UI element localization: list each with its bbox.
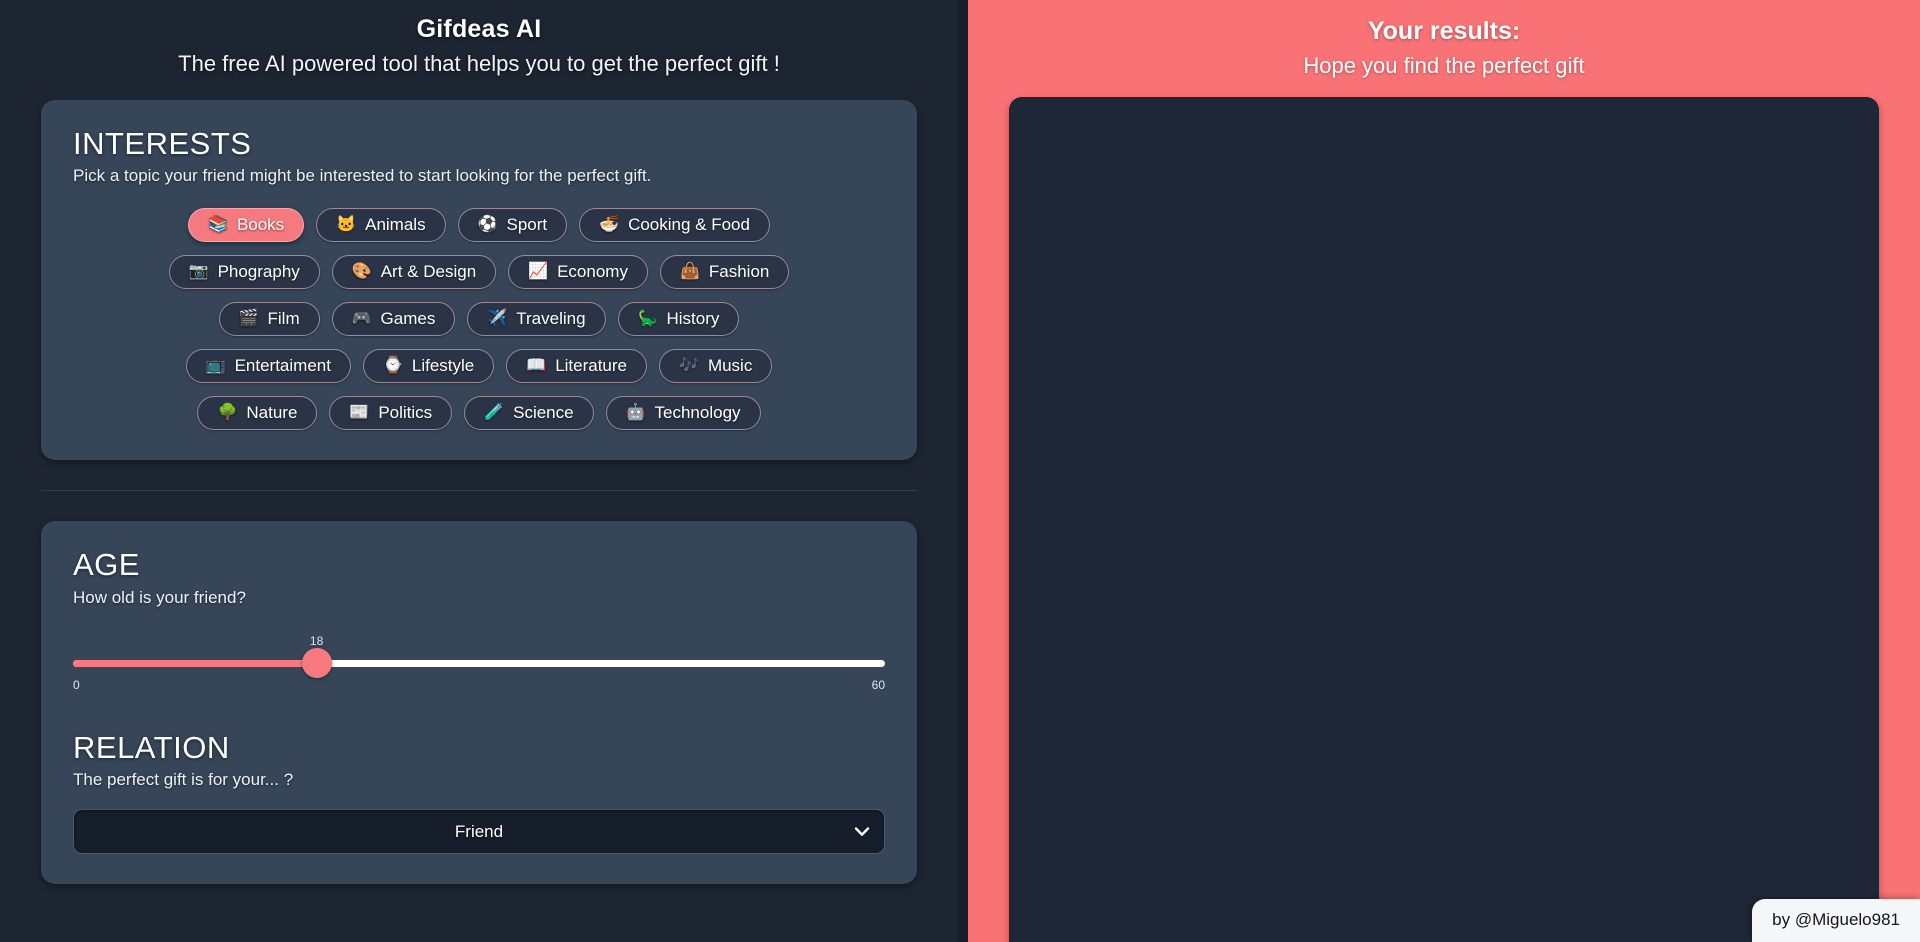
age-description: How old is your friend? bbox=[73, 587, 246, 607]
results-title: Your results: bbox=[1367, 17, 1521, 45]
interest-pill-row: 🎬 Film 🎮 Games ✈️ Traveling 🦕 History bbox=[73, 302, 885, 337]
age-slider-track-wrap[interactable] bbox=[73, 647, 885, 678]
age-title: AGE bbox=[73, 547, 140, 583]
interest-pill-music[interactable]: 🎶 Music bbox=[659, 349, 773, 384]
results-subtitle: Hope you find the perfect gift bbox=[1303, 53, 1585, 79]
newspaper-icon: 📰 bbox=[349, 404, 370, 422]
interest-pill-group: 📚 Books 🐱 Animals ⚽ Sport 🍜 Cooking & Food 📷 Phog… bbox=[73, 208, 885, 431]
relation-block: RELATION The perfect gift is for your...… bbox=[73, 729, 885, 855]
results-output-box bbox=[1009, 96, 1879, 942]
chart-increasing-icon: 📈 bbox=[528, 263, 549, 281]
age-slider[interactable]: 18 0 60 bbox=[73, 634, 885, 706]
robot-icon: 🤖 bbox=[625, 404, 646, 422]
author-badge[interactable]: by @Miguelo981 bbox=[1752, 899, 1920, 942]
interest-pill-row: 🌳 Nature 📰 Politics 🧪 Science 🤖 Technology bbox=[73, 396, 885, 431]
interest-pill-label: Nature bbox=[246, 403, 298, 423]
handbag-icon: 👜 bbox=[679, 263, 700, 281]
interest-pill-label: Economy bbox=[557, 262, 628, 282]
results-panel: Your results: Hope you find the perfect … bbox=[968, 0, 1920, 942]
interest-pill-label: Entertaiment bbox=[234, 356, 331, 376]
interest-pill-sport[interactable]: ⚽ Sport bbox=[457, 208, 568, 243]
interest-pill-label: Games bbox=[380, 309, 436, 329]
relation-select-wrap: Friend bbox=[73, 809, 885, 855]
palette-icon: 🎨 bbox=[351, 263, 372, 281]
airplane-icon: ✈️ bbox=[487, 310, 508, 328]
interest-pill-nature[interactable]: 🌳 Nature bbox=[197, 396, 318, 431]
interest-pill-traveling[interactable]: ✈️ Traveling bbox=[467, 302, 606, 337]
open-book-icon: 📖 bbox=[526, 357, 547, 375]
interest-pill-label: Sport bbox=[506, 215, 548, 235]
interest-pill-label: Traveling bbox=[516, 309, 586, 329]
interests-card: INTERESTS Pick a topic your friend might… bbox=[41, 99, 917, 461]
noodles-icon: 🍜 bbox=[599, 216, 620, 234]
relation-select[interactable]: Friend bbox=[73, 809, 885, 855]
books-icon: 📚 bbox=[208, 216, 228, 234]
interest-pill-literature[interactable]: 📖 Literature bbox=[506, 349, 648, 384]
interest-pill-row: 📺 Entertaiment ⌚ Lifestyle 📖 Literature 🎶 Music bbox=[73, 349, 885, 384]
interest-pill-phography[interactable]: 📷 Phography bbox=[168, 255, 320, 290]
interest-pill-politics[interactable]: 📰 Politics bbox=[329, 396, 453, 431]
television-icon: 📺 bbox=[205, 357, 226, 375]
age-max-label: 60 bbox=[871, 677, 885, 692]
relation-title: RELATION bbox=[73, 729, 230, 765]
interest-pill-label: Science bbox=[513, 403, 574, 423]
age-value-label: 18 bbox=[309, 633, 324, 648]
cat-face-icon: 🐱 bbox=[336, 216, 357, 234]
test-tube-icon: 🧪 bbox=[484, 404, 505, 422]
interest-pill-label: Cooking & Food bbox=[628, 215, 750, 235]
age-relation-card: AGE How old is your friend? 18 0 60 RELA… bbox=[41, 521, 917, 885]
interest-pill-cooking-food[interactable]: 🍜 Cooking & Food bbox=[579, 208, 770, 243]
watch-icon: ⌚ bbox=[382, 357, 403, 375]
dinosaur-icon: 🦕 bbox=[637, 310, 658, 328]
app-header: Gifdeas AI The free AI powered tool that… bbox=[0, 0, 958, 79]
interest-pill-label: Lifestyle bbox=[411, 356, 475, 376]
tree-icon: 🌳 bbox=[217, 404, 238, 422]
interest-pill-entertaiment[interactable]: 📺 Entertaiment bbox=[185, 349, 351, 384]
interest-pill-history[interactable]: 🦕 History bbox=[617, 302, 740, 337]
interest-pill-books[interactable]: 📚 Books bbox=[188, 208, 305, 243]
relation-description: The perfect gift is for your... ? bbox=[73, 770, 294, 790]
age-slider-fill bbox=[73, 659, 317, 667]
interest-pill-label: Technology bbox=[654, 403, 741, 423]
interest-pill-label: Animals bbox=[365, 215, 426, 235]
results-header: Your results: Hope you find the perfect … bbox=[1009, 16, 1879, 81]
interest-pill-row: 📷 Phography 🎨 Art & Design 📈 Economy 👜 Fashion bbox=[73, 255, 885, 290]
interest-pill-art-design[interactable]: 🎨 Art & Design bbox=[331, 255, 497, 290]
interest-pill-label: Music bbox=[707, 356, 753, 376]
age-slider-range-labels: 0 60 bbox=[73, 678, 885, 692]
interest-pill-label: History bbox=[666, 309, 720, 329]
musical-notes-icon: 🎶 bbox=[679, 357, 699, 375]
interest-pill-label: Politics bbox=[378, 403, 433, 423]
interest-pill-row: 📚 Books 🐱 Animals ⚽ Sport 🍜 Cooking & Food bbox=[73, 208, 885, 243]
age-min-label: 0 bbox=[73, 677, 80, 692]
interest-pill-lifestyle[interactable]: ⌚ Lifestyle bbox=[362, 349, 495, 384]
age-slider-thumb[interactable] bbox=[301, 647, 332, 678]
interest-pill-label: Literature bbox=[555, 356, 628, 376]
interests-title: INTERESTS bbox=[73, 125, 252, 161]
page-title: Gifdeas AI bbox=[416, 15, 542, 43]
app-root: Gifdeas AI The free AI powered tool that… bbox=[0, 0, 1920, 942]
interests-description: Pick a topic your friend might be intere… bbox=[73, 166, 652, 186]
interest-pill-label: Books bbox=[236, 215, 285, 235]
interest-pill-film[interactable]: 🎬 Film bbox=[218, 302, 320, 337]
interest-pill-label: Film bbox=[267, 309, 300, 329]
interest-pill-technology[interactable]: 🤖 Technology bbox=[605, 396, 761, 431]
interest-pill-games[interactable]: 🎮 Games bbox=[331, 302, 456, 337]
card-separator bbox=[41, 490, 917, 492]
interest-pill-economy[interactable]: 📈 Economy bbox=[508, 255, 648, 290]
clapper-board-icon: 🎬 bbox=[238, 310, 259, 328]
game-controller-icon: 🎮 bbox=[351, 310, 372, 328]
form-panel: Gifdeas AI The free AI powered tool that… bbox=[0, 0, 958, 942]
interest-pill-label: Phography bbox=[217, 262, 300, 282]
soccer-ball-icon: ⚽ bbox=[477, 216, 498, 234]
camera-icon: 📷 bbox=[188, 263, 209, 281]
card-separator-wrap bbox=[0, 460, 958, 521]
interest-pill-label: Fashion bbox=[708, 262, 770, 282]
page-subtitle: The free AI powered tool that helps you … bbox=[178, 51, 780, 77]
interest-pill-animals[interactable]: 🐱 Animals bbox=[316, 208, 446, 243]
interest-pill-fashion[interactable]: 👜 Fashion bbox=[659, 255, 790, 290]
interest-pill-label: Art & Design bbox=[380, 262, 477, 282]
interest-pill-science[interactable]: 🧪 Science bbox=[464, 396, 594, 431]
page-scrollbar[interactable] bbox=[958, 0, 968, 942]
